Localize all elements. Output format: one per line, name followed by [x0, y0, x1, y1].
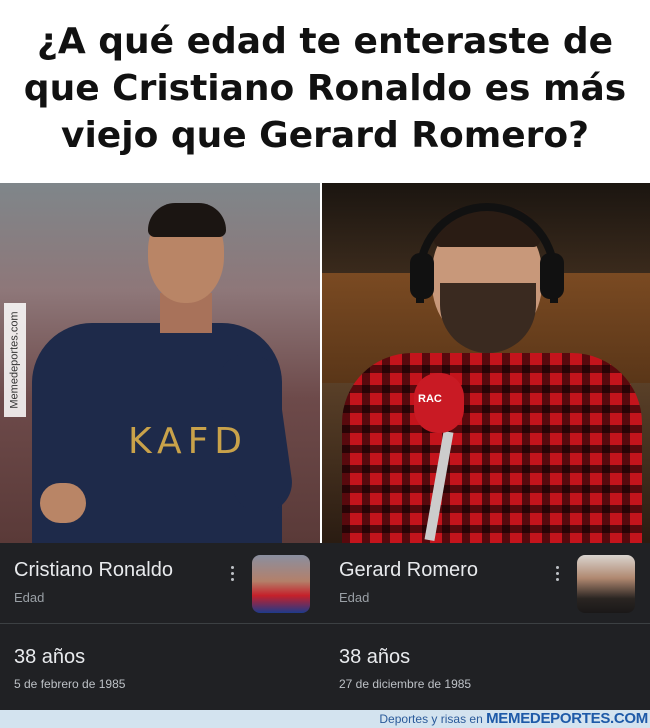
divider — [0, 623, 325, 624]
card-attribute-label: Edad — [339, 590, 370, 605]
microphone-label: RAC — [418, 393, 442, 405]
knowledge-card-ronaldo[interactable]: Cristiano Ronaldo Edad 38 años 5 de febr… — [0, 543, 325, 710]
footer-brand[interactable]: MEMEDEPORTES.COM — [486, 710, 648, 727]
age-value: 38 años — [14, 646, 86, 668]
more-vert-icon[interactable] — [222, 561, 242, 585]
card-title: Cristiano Ronaldo — [14, 559, 173, 581]
headline-line-2: que Cristiano Ronaldo es más — [23, 68, 627, 109]
footer-text: Deportes y risas en MEMEDEPORTES.COM — [379, 710, 648, 728]
headphone-left — [410, 253, 434, 299]
side-watermark: Memedeportes.com — [4, 303, 26, 417]
birth-date: 27 de diciembre de 1985 — [339, 677, 472, 691]
footer-banner: Deportes y risas en MEMEDEPORTES.COM — [0, 710, 650, 728]
divider — [325, 623, 650, 624]
gerard-romero-photo: RAC — [322, 183, 650, 543]
jersey-sponsor-text: KAFD — [128, 421, 249, 462]
card-title: Gerard Romero — [339, 559, 478, 581]
headset-icon — [416, 203, 558, 303]
headline-line-1: ¿A qué edad te enteraste de — [36, 21, 614, 62]
age-value: 38 años — [339, 646, 411, 668]
thumbnail-image[interactable] — [577, 555, 635, 613]
plaid-shirt — [342, 353, 642, 543]
thumbnail-image[interactable] — [252, 555, 310, 613]
headphone-right — [540, 253, 564, 299]
knowledge-card-romero[interactable]: Gerard Romero Edad 38 años 27 de diciemb… — [325, 543, 650, 710]
card-attribute-label: Edad — [14, 590, 45, 605]
headline-line-3: viejo que Gerard Romero? — [61, 115, 589, 156]
cristiano-ronaldo-photo: KAFD Memedeportes.com — [0, 183, 320, 543]
more-vert-icon[interactable] — [547, 561, 567, 585]
side-watermark-text: Memedeportes.com — [9, 311, 21, 409]
headline: ¿A qué edad te enteraste de que Cristian… — [0, 18, 650, 159]
birth-date: 5 de febrero de 1985 — [14, 677, 126, 691]
hand — [40, 483, 86, 523]
hair — [148, 203, 226, 237]
footer-tagline: Deportes y risas en — [379, 712, 483, 726]
